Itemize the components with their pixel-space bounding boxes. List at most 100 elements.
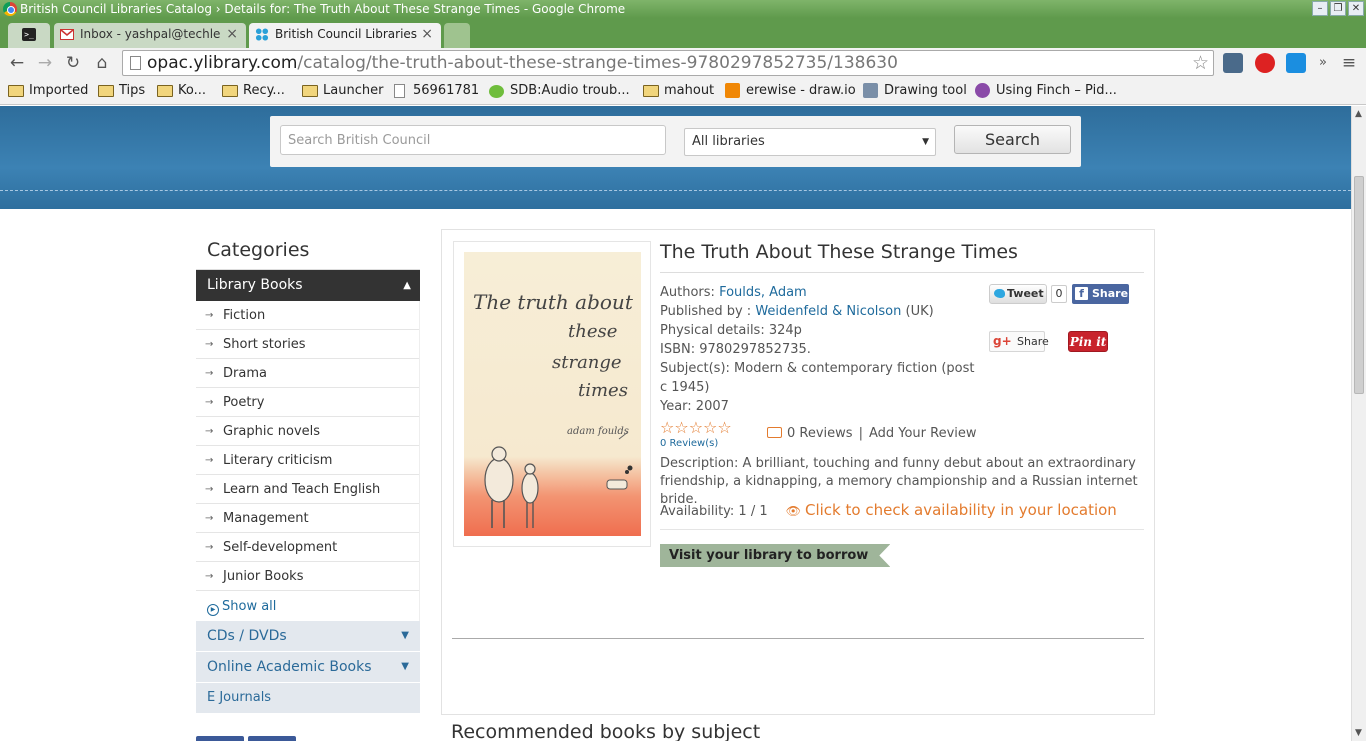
new-tab-button[interactable] <box>444 23 470 48</box>
cover-text: these <box>568 321 617 342</box>
overflow-chevron-icon[interactable]: » <box>1312 52 1334 74</box>
bookmark-tips[interactable]: Tips <box>98 82 145 100</box>
page-viewport: All libraries ▼ Search Categories Librar… <box>0 106 1351 741</box>
sidebar-social-buttons <box>196 736 296 741</box>
address-bar[interactable]: opac.ylibrary.com/catalog/the-truth-abou… <box>122 50 1214 76</box>
facebook-share-button[interactable] <box>248 736 296 741</box>
reviews-separator: | <box>858 426 863 441</box>
facebook-share-button[interactable]: f Share <box>1072 284 1129 304</box>
google-plus-icon: g+ <box>993 334 1012 348</box>
folder-icon <box>222 85 238 97</box>
scrollbar-thumb[interactable] <box>1354 176 1364 394</box>
tweet-label: Tweet <box>1007 287 1044 300</box>
category-item-management[interactable]: → Management <box>196 504 419 533</box>
bookmark-recy[interactable]: Recy... <box>222 82 285 100</box>
scroll-up-arrow-icon[interactable]: ▲ <box>1355 109 1362 119</box>
category-item-literary-criticism[interactable]: → Literary criticism <box>196 446 419 475</box>
library-select[interactable]: All libraries ▼ <box>684 128 936 156</box>
category-item-graphic-novels[interactable]: → Graphic novels <box>196 417 419 446</box>
category-item-drama[interactable]: → Drama <box>196 359 419 388</box>
category-item-poetry[interactable]: → Poetry <box>196 388 419 417</box>
bookmark-ko[interactable]: Ko... <box>157 82 206 100</box>
folder-icon <box>643 85 659 97</box>
check-availability-link[interactable]: 👁 Click to check availability in your loc… <box>786 501 1117 519</box>
author-link[interactable]: Foulds, Adam <box>719 285 807 300</box>
bookmark-launcher[interactable]: Launcher <box>302 82 383 100</box>
tab-gmail[interactable]: Inbox - yashpal@techle × <box>54 23 246 48</box>
availability-row: Availability: 1 / 1 👁 Click to check avai… <box>660 500 1144 530</box>
reload-icon[interactable]: ↻ <box>62 52 84 74</box>
add-review-link[interactable]: Add Your Review <box>869 426 977 441</box>
library-select-value: All libraries <box>692 134 765 149</box>
close-window-button[interactable]: ✕ <box>1348 1 1364 16</box>
maximize-button[interactable]: ❐ <box>1330 1 1346 16</box>
publisher-link[interactable]: Weidenfeld & Nicolson <box>755 304 901 319</box>
book-cover-image[interactable]: The truth about these strange times adam… <box>464 252 641 536</box>
bookmark-sdb-audio[interactable]: SDB:Audio troub... <box>489 82 630 100</box>
category-online-academic-books[interactable]: Online Academic Books ▼ <box>196 652 420 683</box>
category-item-label: Drama <box>223 366 267 381</box>
arrow-right-icon: → <box>205 484 214 495</box>
tab-terminal[interactable]: >_ <box>8 23 50 48</box>
bookmark-imported[interactable]: Imported <box>8 82 88 100</box>
show-all-label: Show all <box>222 599 277 614</box>
search-button[interactable]: Search <box>954 125 1071 154</box>
close-tab-icon[interactable]: × <box>421 23 433 46</box>
address-path: /catalog/the-truth-about-these-strange-t… <box>297 53 898 73</box>
cover-text: strange <box>552 352 622 373</box>
category-e-journals[interactable]: E Journals <box>196 683 420 714</box>
bookmark-label: 56961781 <box>413 83 480 98</box>
category-item-self-development[interactable]: → Self-development <box>196 533 419 562</box>
address-host: opac.ylibrary.com <box>147 53 298 73</box>
forward-arrow-icon[interactable]: → <box>34 52 56 74</box>
tweet-count: 0 <box>1051 285 1067 303</box>
bookmark-mahout[interactable]: mahout <box>643 82 714 100</box>
bookmark-finch[interactable]: Using Finch – Pid... <box>975 82 1117 100</box>
google-plus-share-button[interactable]: g+ Share <box>989 331 1049 352</box>
bookmark-label: Recy... <box>243 83 285 98</box>
pinterest-pin-button[interactable]: Pin it <box>1068 331 1108 352</box>
bookmark-star-icon[interactable]: ☆ <box>1192 51 1209 75</box>
tweet-button[interactable]: Tweet <box>989 284 1047 304</box>
tab-british-council[interactable]: British Council Libraries × <box>249 23 441 48</box>
chrome-menu-icon[interactable]: ≡ <box>1338 52 1360 74</box>
eye-icon: 👁 <box>785 504 801 518</box>
google-share-label: Share <box>1017 335 1049 348</box>
category-cds-dvds[interactable]: CDs / DVDs ▼ <box>196 621 420 652</box>
category-item-learn-teach-english[interactable]: → Learn and Teach English <box>196 475 419 504</box>
home-icon[interactable]: ⌂ <box>91 52 113 74</box>
back-arrow-icon[interactable]: ← <box>6 52 28 74</box>
category-item-fiction[interactable]: → Fiction <box>196 301 419 330</box>
book-metadata: Authors: Foulds, Adam Published by : Wei… <box>660 283 980 416</box>
scroll-down-arrow-icon[interactable]: ▼ <box>1355 728 1362 738</box>
category-library-books[interactable]: Library Books ▲ <box>196 270 420 301</box>
bookmark-56961781[interactable]: 56961781 <box>392 82 479 100</box>
reviews-bar: 0 Reviews | Add Your Review <box>767 426 977 441</box>
page-scrollbar[interactable]: ▲ ▼ <box>1351 106 1366 741</box>
extension-window-icon[interactable] <box>1223 53 1243 73</box>
tab-british-council-label: British Council Libraries <box>275 27 418 41</box>
close-tab-icon[interactable]: × <box>226 23 238 46</box>
category-list: → Fiction → Short stories → Drama → Poetry →… <box>196 301 420 621</box>
category-item-label: Literary criticism <box>223 453 333 468</box>
star-rating[interactable]: ☆☆☆☆☆ <box>660 418 732 437</box>
minimize-button[interactable]: – <box>1312 1 1328 16</box>
arrow-right-icon: → <box>205 397 214 408</box>
bookmark-drawing-tool[interactable]: Drawing tool <box>863 82 967 100</box>
hero-dashed-line <box>0 190 1351 191</box>
bookmark-label: Imported <box>29 83 89 98</box>
bookmark-drawio[interactable]: erewise - draw.io <box>725 82 856 100</box>
reviews-count-link[interactable]: 0 Reviews <box>787 426 853 441</box>
adblock-icon[interactable] <box>1255 53 1275 73</box>
extension-d-icon[interactable] <box>1286 53 1306 73</box>
category-item-short-stories[interactable]: → Short stories <box>196 330 419 359</box>
reviews-count-small[interactable]: 0 Review(s) <box>660 438 718 449</box>
facebook-like-button[interactable] <box>196 736 244 741</box>
search-input[interactable] <box>280 125 666 155</box>
category-library-books-label: Library Books <box>207 277 303 293</box>
play-circle-icon: ▶ <box>207 604 219 616</box>
tab-strip: >_ Inbox - yashpal@techle × British Coun… <box>0 18 1366 48</box>
category-item-junior-books[interactable]: → Junior Books <box>196 562 419 591</box>
show-all-link[interactable]: ▶ Show all <box>196 591 419 621</box>
page-icon <box>130 56 141 70</box>
